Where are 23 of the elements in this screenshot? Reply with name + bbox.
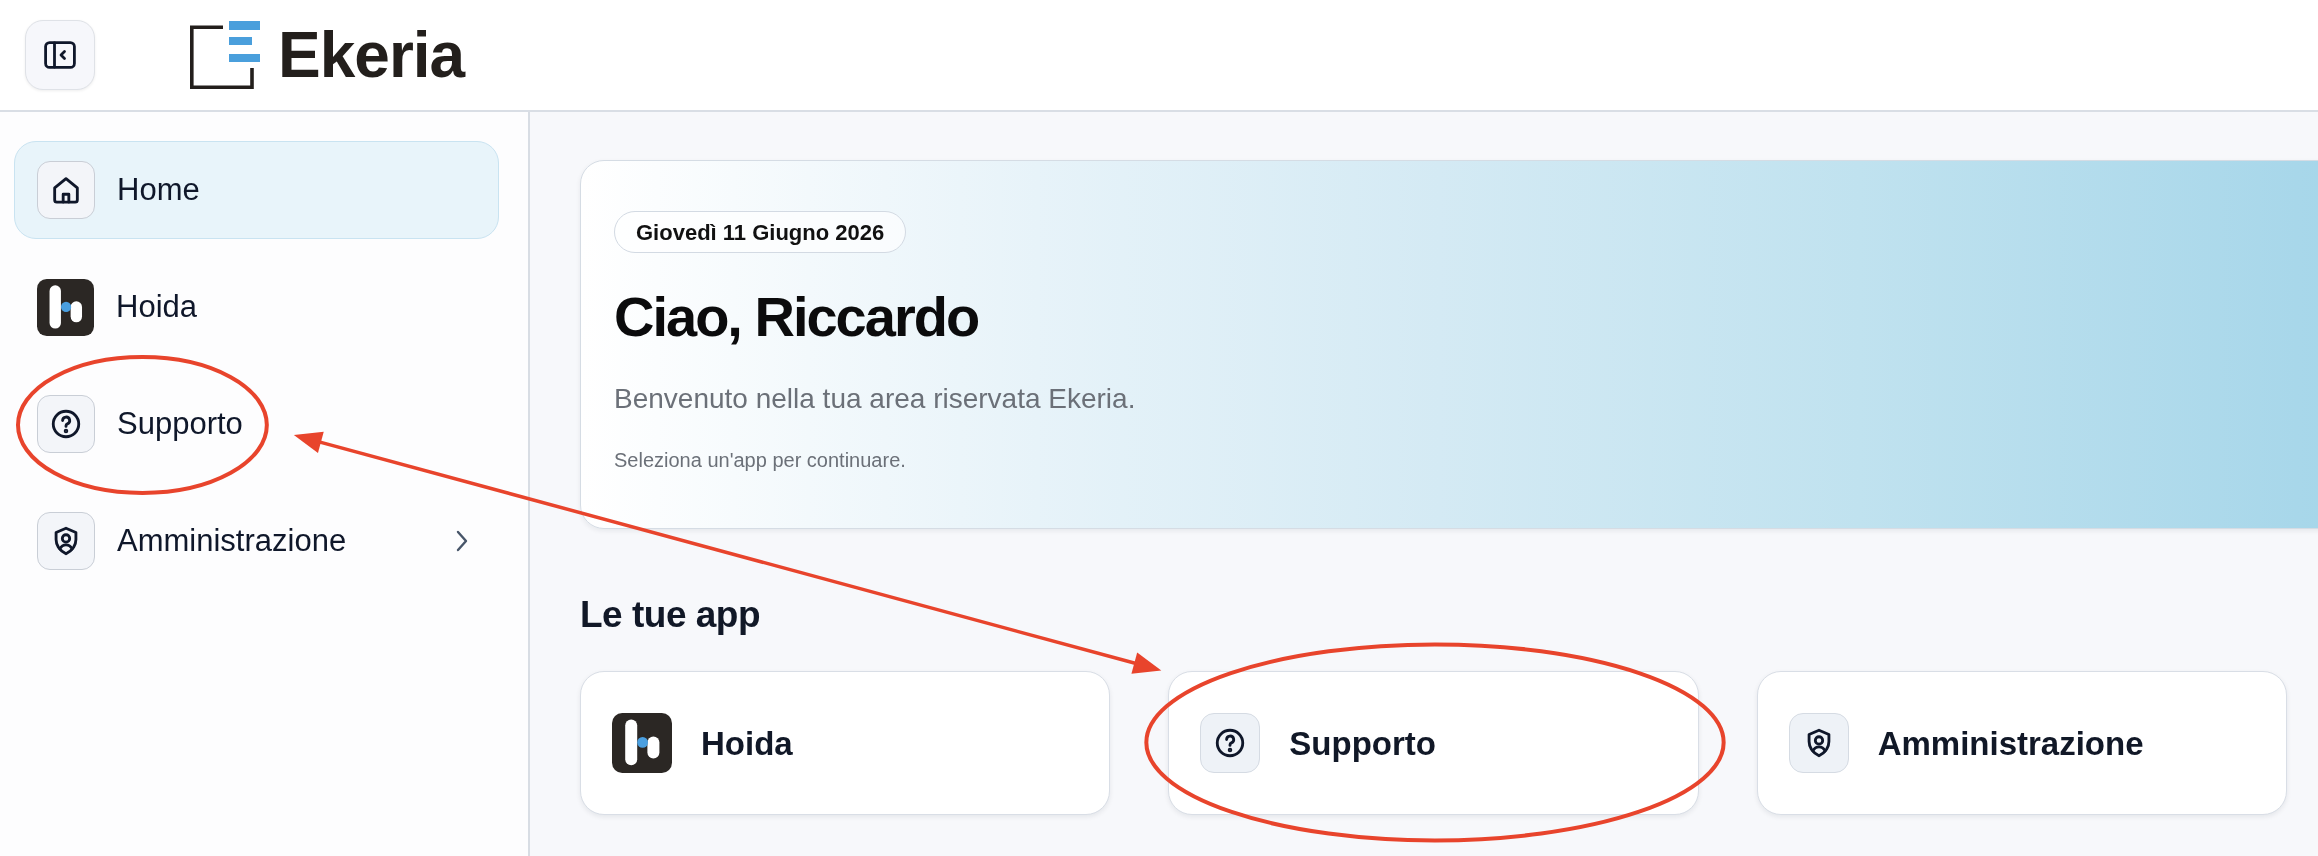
app-logo-icon — [37, 278, 94, 336]
app-logo-icon — [612, 713, 672, 774]
brand-name: Ekeria — [278, 23, 465, 87]
sidebar-item[interactable]: Home — [14, 141, 499, 239]
app-card[interactable]: Amministrazione — [1756, 671, 2287, 816]
hint-text: Seleziona un'app per continuare. — [614, 448, 907, 473]
help-icon — [1200, 713, 1261, 774]
sidebar-item[interactable]: Hoida — [14, 258, 499, 356]
date-badge: Giovedì 11 Giugno 2026 — [614, 211, 907, 253]
sidebar-item[interactable]: Supporto — [14, 375, 499, 473]
greeting-heading: Ciao, Riccardo — [614, 286, 980, 348]
home-icon — [37, 161, 95, 219]
help-icon — [37, 395, 95, 453]
welcome-text: Benvenuto nella tua area riservata Ekeria. — [614, 381, 1137, 416]
app-card[interactable]: Supporto — [1168, 671, 1699, 816]
app-card[interactable]: Hoida — [580, 671, 1111, 816]
shield-user-icon — [37, 512, 95, 570]
bracket-logo-icon — [190, 21, 260, 89]
sidebar-toggle-button[interactable] — [25, 20, 95, 90]
panel-left-icon — [44, 41, 76, 69]
section-heading: Le tue app — [580, 593, 762, 637]
shield-user-icon — [1788, 713, 1849, 774]
sidebar-item[interactable]: Amministrazione — [14, 492, 499, 590]
